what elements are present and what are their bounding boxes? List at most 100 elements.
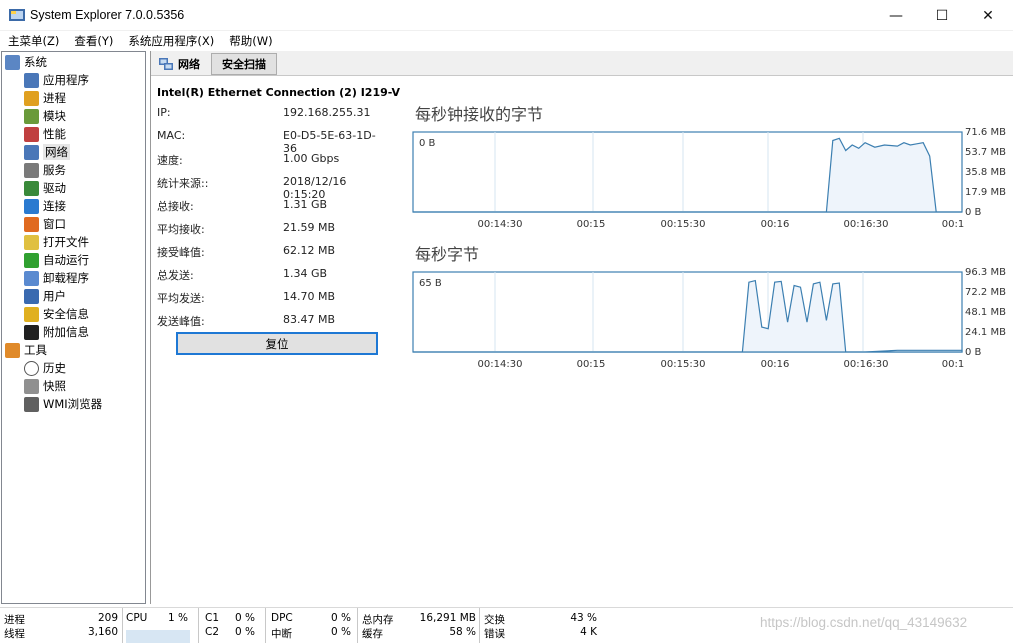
windows-icon — [24, 216, 39, 232]
interrupt-label: 中断 — [271, 628, 292, 640]
wmi-icon — [24, 396, 39, 412]
c1-value: 0 % — [235, 612, 255, 624]
cpu-label: CPU — [126, 612, 148, 624]
info-value: 192.168.255.31 — [283, 106, 371, 119]
threads-value: 3,160 — [87, 626, 118, 638]
info-key: 总接收: — [157, 200, 194, 213]
network-panel: 网络 安全扫描 Intel(R) Ethernet Connection (2)… — [150, 51, 1013, 604]
uninstall-icon — [24, 270, 39, 286]
current-value-label: 65 B — [419, 278, 442, 289]
tree-item-drivers[interactable]: 驱动 — [24, 179, 66, 197]
status-group-memory: 总内存 16,291 MB 缓存 58 % — [358, 608, 480, 643]
maximize-button[interactable]: ☐ — [919, 0, 965, 31]
y-tick-label: 0 B — [965, 347, 982, 358]
open-files-icon — [24, 234, 39, 250]
info-row: IP: 192.168.255.31 — [157, 106, 387, 122]
info-key: 发送峰值: — [157, 315, 205, 328]
bytes-chart: 65 B 96.3 MB 72.2 MB 48.1 MB 24.1 MB 0 B 00:14… — [412, 268, 1006, 370]
status-group-cstates: C1 0 % C2 0 % — [199, 608, 266, 643]
info-row: MAC: E0-D5-5E-63-1D-36 — [157, 129, 387, 155]
title-bar: System Explorer 7.0.0.5356 — ☐ ✕ — [0, 0, 1013, 31]
menu-main[interactable]: 主菜单(Z) — [0, 31, 66, 51]
menu-view[interactable]: 查看(Y) — [66, 31, 120, 51]
security-info-icon — [24, 306, 39, 322]
x-tick-label: 00:1 — [942, 359, 964, 370]
tree-item-windows[interactable]: 窗口 — [24, 215, 66, 233]
tree-item-label: 自动运行 — [43, 253, 89, 267]
c2-value: 0 % — [235, 626, 255, 638]
c2-label: C2 — [205, 626, 220, 638]
processes-label: 进程 — [4, 614, 25, 626]
performance-icon — [24, 126, 39, 142]
tree-item-snapshots[interactable]: 快照 — [24, 377, 66, 395]
tree-item-applications[interactable]: 应用程序 — [24, 71, 89, 89]
reset-button[interactable]: 复位 — [176, 332, 378, 355]
info-row: 速度: 1.00 Gbps — [157, 152, 387, 168]
x-tick-label: 00:14:30 — [478, 359, 523, 370]
cache-value: 58 % — [449, 626, 476, 638]
dpc-label: DPC — [271, 612, 293, 624]
tree-item-connections[interactable]: 连接 — [24, 197, 66, 215]
y-tick-label: 35.8 MB — [965, 167, 1006, 178]
tree-item-security-info[interactable]: 安全信息 — [24, 305, 89, 323]
tab-network[interactable]: 网络 — [153, 53, 210, 75]
computer-icon — [5, 54, 20, 70]
tree-item-label: 窗口 — [43, 217, 66, 231]
info-row: 发送峰值: 83.47 MB — [157, 313, 387, 329]
y-tick-label: 0 B — [965, 207, 982, 218]
minimize-button[interactable]: — — [873, 0, 919, 31]
tree-item-label: 网络 — [43, 144, 70, 160]
tree-item-wmi-browser[interactable]: WMI浏览器 — [24, 395, 102, 413]
tree-item-label: 历史 — [43, 361, 66, 375]
info-row: 接受峰值: 62.12 MB — [157, 244, 387, 260]
tree-item-modules[interactable]: 模块 — [24, 107, 66, 125]
x-tick-label: 00:15 — [577, 359, 606, 370]
watermark: https://blog.csdn.net/qq_43149632 — [760, 615, 968, 630]
tree-item-label: 应用程序 — [43, 73, 89, 87]
info-row: 平均接收: 21.59 MB — [157, 221, 387, 237]
recv-chart: 0 B 71.6 MB 53.7 MB 35.8 MB 17.9 MB 0 B 00:14:… — [412, 128, 1006, 230]
current-value-label: 0 B — [419, 138, 436, 149]
x-tick-label: 00:14:30 — [478, 219, 523, 230]
toolbox-icon — [5, 342, 20, 358]
info-value: 14.70 MB — [283, 290, 336, 303]
tree-item-performance[interactable]: 性能 — [24, 125, 66, 143]
tree-item-label: 卸载程序 — [43, 271, 89, 285]
info-row: 统计来源:: 2018/12/16 0:15:20 — [157, 175, 387, 201]
tree-item-services[interactable]: 服务 — [24, 161, 66, 179]
tab-security-scan[interactable]: 安全扫描 — [211, 53, 277, 75]
tree-item-additional-info[interactable]: 附加信息 — [24, 323, 89, 341]
tree-item-label: 用户 — [43, 289, 66, 303]
tree-item-uninstall-programs[interactable]: 卸载程序 — [24, 269, 89, 287]
info-key: 总发送: — [157, 269, 194, 282]
tree-item-users[interactable]: 用户 — [24, 287, 66, 305]
tree-group-tools[interactable]: 工具 — [5, 341, 47, 359]
adapter-name: Intel(R) Ethernet Connection (2) I219-V — [157, 86, 401, 99]
tree-item-network[interactable]: 网络 — [24, 143, 70, 161]
navigation-tree: 系统 应用程序进程 模块 性能 网络 服务 驱动连接窗口打开文件自动运行卸载程序用户安全信… — [1, 51, 146, 604]
tree-item-autorun[interactable]: 自动运行 — [24, 251, 89, 269]
memory-label: 总内存 — [362, 614, 394, 626]
x-tick-label: 00:15 — [577, 219, 606, 230]
info-value: 1.00 Gbps — [283, 152, 340, 165]
tree-group-system[interactable]: 系统 — [5, 53, 47, 71]
tree-item-open-files[interactable]: 打开文件 — [24, 233, 89, 251]
tree-item-processes[interactable]: 进程 — [24, 89, 66, 107]
tree-item-history[interactable]: 历史 — [24, 359, 66, 377]
tree-item-label: 打开文件 — [43, 235, 89, 249]
cpu-usage-bar — [126, 630, 190, 643]
clock-icon — [24, 360, 39, 376]
close-button[interactable]: ✕ — [965, 0, 1011, 31]
tree-item-label: 连接 — [43, 199, 66, 213]
info-value: 21.59 MB — [283, 221, 336, 234]
x-tick-label: 00:16:30 — [844, 219, 889, 230]
info-row: 总发送: 1.34 GB — [157, 267, 387, 283]
network-icon — [24, 144, 39, 160]
menu-help[interactable]: 帮助(W) — [221, 31, 279, 51]
tab-network-label: 网络 — [178, 58, 200, 71]
info-value: 1.34 GB — [283, 267, 328, 280]
drivers-icon — [24, 180, 39, 196]
menu-system-apps[interactable]: 系统应用程序(X) — [120, 31, 221, 51]
tree-group-system-label: 系统 — [24, 55, 47, 69]
info-key: 平均发送: — [157, 292, 205, 305]
